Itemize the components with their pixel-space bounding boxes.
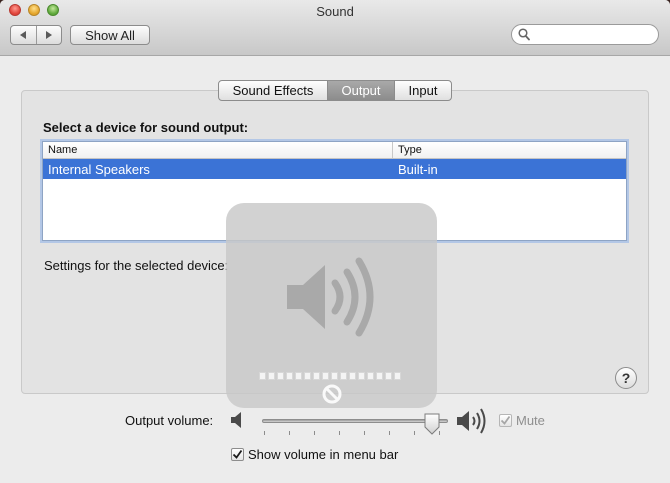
sound-preferences-window: Sound Show All Sound Effects Output Inpu… bbox=[0, 0, 670, 483]
hud-level-segment bbox=[349, 372, 356, 380]
volume-hud-overlay bbox=[226, 203, 437, 408]
hud-level-segment bbox=[268, 372, 275, 380]
back-icon bbox=[20, 31, 27, 39]
table-header: Name Type bbox=[43, 142, 626, 159]
slider-tick bbox=[289, 431, 290, 435]
hud-level-segment bbox=[394, 372, 401, 380]
hud-level-segment bbox=[358, 372, 365, 380]
output-volume-label: Output volume: bbox=[125, 413, 214, 428]
show-volume-label: Show volume in menu bar bbox=[248, 447, 399, 462]
speaker-high-icon[interactable] bbox=[456, 407, 490, 435]
mute-check-box[interactable] bbox=[499, 414, 512, 427]
checkmark-icon bbox=[500, 415, 511, 425]
hud-level-segment bbox=[331, 372, 338, 380]
column-header-name[interactable]: Name bbox=[43, 142, 393, 158]
tab-input[interactable]: Input bbox=[394, 81, 451, 100]
slider-knob[interactable] bbox=[424, 413, 440, 435]
hud-level-segment bbox=[295, 372, 302, 380]
device-type: Built-in bbox=[398, 161, 438, 177]
hud-level-segment bbox=[385, 372, 392, 380]
show-all-button[interactable]: Show All bbox=[70, 25, 150, 45]
search-icon bbox=[518, 28, 530, 41]
slider-tick bbox=[264, 431, 265, 435]
forward-icon bbox=[45, 31, 52, 39]
search-field[interactable] bbox=[511, 24, 659, 45]
slider-tick bbox=[364, 431, 365, 435]
help-icon: ? bbox=[621, 370, 631, 386]
hud-level-segment bbox=[367, 372, 374, 380]
device-name: Internal Speakers bbox=[48, 161, 150, 177]
back-button[interactable] bbox=[11, 26, 36, 44]
titlebar: Sound Show All bbox=[0, 0, 670, 56]
slider-tick bbox=[414, 431, 415, 435]
window-title: Sound bbox=[316, 4, 354, 19]
show-volume-checkbox[interactable]: Show volume in menu bar bbox=[231, 447, 398, 462]
column-header-type[interactable]: Type bbox=[393, 142, 422, 158]
back-forward-group bbox=[10, 25, 62, 45]
slider-tick bbox=[314, 431, 315, 435]
settings-label: Settings for the selected device: bbox=[44, 258, 229, 273]
hud-level-segment bbox=[376, 372, 383, 380]
tab-sound-effects[interactable]: Sound Effects bbox=[219, 81, 327, 100]
table-row[interactable]: Internal Speakers Built-in bbox=[43, 159, 626, 179]
hud-level-segment bbox=[340, 372, 347, 380]
hud-level-segment bbox=[277, 372, 284, 380]
checkmark-icon bbox=[232, 449, 243, 459]
output-volume-slider[interactable] bbox=[262, 413, 452, 435]
hud-level-segment bbox=[322, 372, 329, 380]
search-input[interactable] bbox=[532, 26, 654, 45]
hud-level-segment bbox=[304, 372, 311, 380]
slider-track[interactable] bbox=[262, 419, 448, 423]
tab-bar: Sound Effects Output Input bbox=[218, 80, 452, 101]
speaker-low-icon[interactable] bbox=[230, 410, 246, 430]
hud-level-segment bbox=[313, 372, 320, 380]
tab-output[interactable]: Output bbox=[327, 81, 394, 100]
hud-level-segment bbox=[286, 372, 293, 380]
hud-level-segment bbox=[259, 372, 266, 380]
mute-checkbox[interactable]: Mute bbox=[499, 413, 545, 428]
no-sign-icon bbox=[322, 384, 342, 404]
slider-tick bbox=[339, 431, 340, 435]
mute-label: Mute bbox=[516, 413, 545, 428]
slider-tick bbox=[389, 431, 390, 435]
help-button[interactable]: ? bbox=[615, 367, 637, 389]
forward-button[interactable] bbox=[35, 26, 62, 44]
show-volume-check-box[interactable] bbox=[231, 448, 244, 461]
speaker-high-icon bbox=[287, 257, 374, 337]
output-heading: Select a device for sound output: bbox=[43, 120, 249, 135]
volume-level-bar bbox=[259, 372, 401, 380]
